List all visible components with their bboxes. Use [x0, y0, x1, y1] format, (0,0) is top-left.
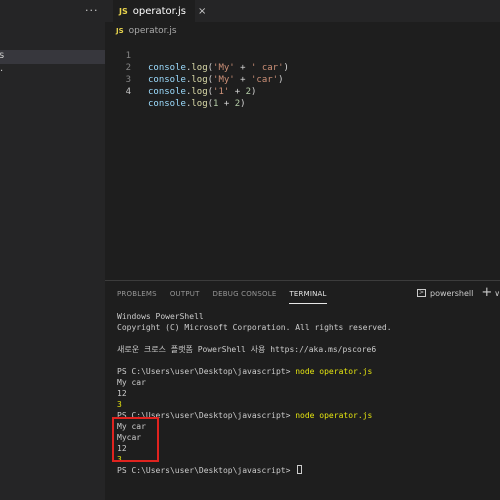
code-token: console — [148, 99, 186, 109]
code-token: log — [191, 87, 208, 97]
tab-label: operator.js — [132, 6, 187, 17]
terminal-icon: > — [417, 289, 426, 297]
tab-problems[interactable]: PROBLEMS — [117, 290, 157, 304]
output-highlight-box — [112, 417, 159, 462]
javascript-file-icon: JS — [119, 7, 128, 16]
breadcrumb-file[interactable]: operator.js — [129, 26, 177, 36]
code-editor[interactable]: 1 console.log('My' + ' car') 2 console.l… — [105, 38, 500, 278]
terminal-line: 3 — [117, 400, 122, 409]
tab-terminal[interactable]: TERMINAL — [289, 290, 327, 304]
code-token: + — [229, 87, 246, 97]
more-actions-icon[interactable]: ··· — [85, 4, 99, 17]
panel-tabs: PROBLEMS OUTPUT DEBUG CONSOLE TERMINAL — [117, 290, 340, 304]
explorer-sidebar: ··· s · — [0, 0, 105, 500]
editor-tab-bar: JS operator.js × — [105, 0, 500, 22]
code-line: 3 console.log('1' + 2) — [105, 62, 500, 97]
close-icon[interactable]: × — [198, 6, 206, 17]
terminal-selector[interactable]: powershell — [430, 289, 473, 298]
new-terminal-icon[interactable]: + — [481, 286, 492, 299]
terminal-line: My car — [117, 378, 146, 387]
code-token: ) — [251, 87, 257, 97]
code-token: console — [148, 87, 186, 97]
code-token: '1' — [213, 87, 230, 97]
breadcrumb[interactable]: JS operator.js — [116, 25, 177, 37]
code-line: 4 console.log(1 + 2) — [105, 74, 500, 109]
code-token: log — [191, 99, 208, 109]
sidebar-item-label: s — [0, 50, 5, 61]
code-token: ) — [240, 99, 246, 109]
command: node operator.js — [295, 367, 373, 376]
javascript-file-icon: JS — [116, 27, 124, 35]
tab-debug-console[interactable]: DEBUG CONSOLE — [213, 290, 277, 304]
code-line: 1 console.log('My' + ' car') — [105, 38, 500, 73]
terminal-cursor — [297, 465, 303, 474]
terminal-prompt-line: PS C:\Users\user\Desktop\javascript> nod… — [117, 366, 372, 377]
tab-operator-js[interactable]: JS operator.js × — [113, 0, 206, 22]
terminal-line: Windows PowerShell — [117, 312, 204, 321]
tab-output[interactable]: OUTPUT — [170, 290, 200, 304]
code-token: + — [218, 99, 235, 109]
panel-actions: > powershell + ∨ — [417, 286, 500, 299]
line-number: 4 — [125, 87, 131, 97]
terminal-line: Copyright (C) Microsoft Corporation. All… — [117, 323, 392, 332]
command: node operator.js — [295, 411, 373, 420]
sidebar-item-fragment: · — [0, 66, 4, 77]
terminal-line: 12 — [117, 389, 127, 398]
terminal-prompt-line: PS C:\Users\user\Desktop\javascript> — [117, 465, 303, 476]
prompt: PS C:\Users\user\Desktop\javascript> — [117, 466, 296, 475]
terminal-line: 새로운 크로스 플랫폼 PowerShell 사용 https://aka.ms… — [117, 345, 377, 354]
sidebar-selected-item[interactable]: s — [0, 50, 105, 64]
chevron-down-icon[interactable]: ∨ — [494, 289, 500, 298]
code-line: 2 console.log('My' + 'car') — [105, 50, 500, 85]
prompt: PS C:\Users\user\Desktop\javascript> — [117, 367, 296, 376]
